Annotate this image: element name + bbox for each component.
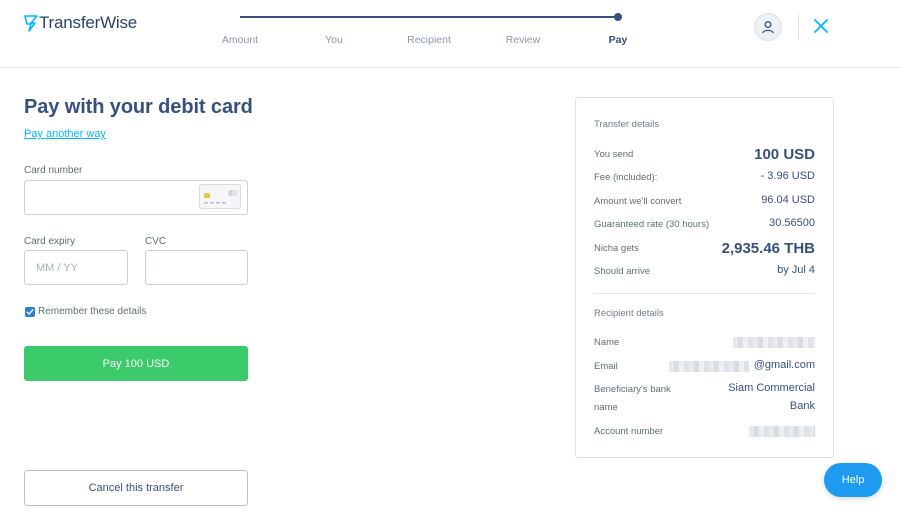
step-recipient: Recipient (407, 34, 451, 46)
brand-logo[interactable]: TransferWise (24, 13, 137, 33)
guaranteed-rate-value: 30.56500 (769, 217, 815, 229)
step-amount: Amount (221, 34, 259, 46)
guaranteed-rate-label: Guaranteed rate (30 hours) (594, 219, 710, 230)
should-arrive-label: Should arrive (594, 266, 650, 277)
redacted-email (669, 361, 749, 372)
amount-convert-label: Amount we'll convert (594, 196, 682, 207)
you-send-value: 100 USD (754, 146, 815, 163)
card-expiry-input[interactable] (24, 250, 128, 285)
recipient-gets-label: Nicha gets (594, 243, 639, 254)
cvc-label: CVC (145, 236, 167, 247)
account-avatar-button[interactable] (754, 13, 782, 41)
should-arrive-value: by Jul 4 (777, 264, 815, 276)
progress-track (240, 16, 618, 18)
transfer-details-heading: Transfer details (594, 119, 660, 130)
recipient-details-heading: Recipient details (594, 308, 664, 319)
bank-value-line1: Siam Commercial (728, 382, 815, 394)
cvc-input[interactable] (145, 250, 248, 285)
help-button[interactable]: Help (824, 463, 882, 497)
checkmark-icon (26, 309, 34, 315)
remember-details-label[interactable]: Remember these details (38, 306, 146, 317)
step-review: Review (505, 34, 541, 46)
email-domain-value: @gmail.com (753, 359, 815, 371)
user-icon (762, 21, 774, 34)
you-send-label: You send (594, 149, 634, 160)
remember-details-checkbox[interactable] (25, 307, 35, 317)
bank-value-line2: Bank (789, 400, 815, 412)
email-label: Email (594, 361, 618, 372)
pay-button[interactable]: Pay 100 USD (24, 346, 248, 381)
card-number-label: Card number (24, 165, 83, 176)
page-title: Pay with your debit card (24, 96, 253, 118)
name-label: Name (594, 337, 620, 348)
step-you: You (325, 34, 343, 46)
panel-divider (594, 293, 815, 294)
progress-current-dot (614, 13, 622, 21)
recipient-gets-value: 2,935.46 THB (721, 240, 815, 257)
amount-convert-value: 96.04 USD (761, 194, 815, 206)
account-number-label: Account number (594, 426, 664, 437)
transfer-summary-panel: Transfer details You send 100 USD Fee (i… (575, 97, 834, 458)
card-expiry-label: Card expiry (24, 236, 76, 247)
bank-label-line2: name (594, 402, 618, 413)
header-divider (798, 14, 799, 40)
step-pay: Pay (608, 34, 628, 46)
redacted-name (733, 337, 815, 348)
bank-label-line1: Beneficiary's bank (594, 384, 671, 395)
fee-label: Fee (included): (594, 172, 658, 183)
cancel-transfer-button[interactable]: Cancel this transfer (24, 470, 248, 506)
redacted-account-number (749, 426, 815, 437)
pay-another-way-link[interactable]: Pay another way (24, 128, 106, 140)
close-icon (814, 19, 828, 33)
credit-card-icon (199, 184, 241, 209)
transferwise-flag-icon (24, 15, 38, 32)
header: TransferWise Amount You Recipient Review… (0, 0, 900, 68)
brand-name: TransferWise (39, 13, 138, 32)
fee-value: - 3.96 USD (760, 170, 815, 182)
close-button[interactable] (812, 17, 830, 35)
